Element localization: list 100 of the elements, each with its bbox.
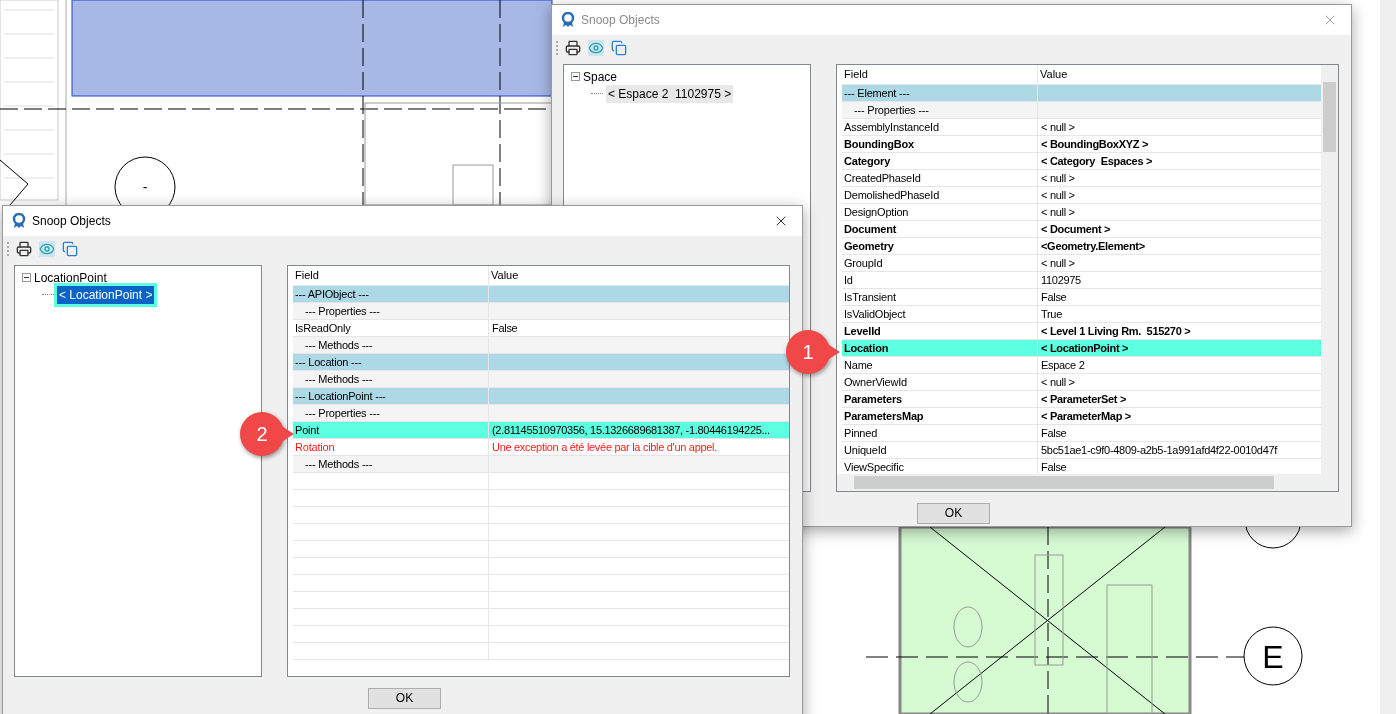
table-cell-text: Id <box>843 272 853 288</box>
table-row[interactable]: --- Properties --- <box>293 405 789 422</box>
table-row[interactable]: --- APIObject --- <box>293 286 789 303</box>
column-header[interactable]: Field <box>842 66 868 83</box>
table-row[interactable]: DesignOption < null > <box>842 204 1321 221</box>
table-cell-text: Parameters <box>843 391 902 407</box>
table-cell-text: ParametersMap <box>843 408 924 424</box>
table-row[interactable]: --- Properties --- <box>293 303 789 320</box>
window-title: Snoop Objects <box>581 12 660 29</box>
table-cell-text: GroupId <box>843 255 883 271</box>
table-row[interactable]: LevelId < Level 1 Living Rm. 515270 > <box>842 323 1321 340</box>
table-cell-text: --- Methods --- <box>304 371 373 387</box>
table-row[interactable]: IsReadOnly False <box>293 320 789 337</box>
table-cell-text: Category <box>843 153 891 169</box>
table-cell-text: Rotation <box>294 439 335 455</box>
table-cell-text: < Level 1 Living Rm. 515270 > <box>1040 323 1191 339</box>
printer-icon[interactable] <box>565 40 581 56</box>
table-cell-text: Document <box>843 221 897 237</box>
table-cell-text: Name <box>843 357 873 373</box>
table-cell-text: < null > <box>1040 170 1075 186</box>
table-row[interactable]: Pinned False <box>842 425 1321 442</box>
copy-icon[interactable] <box>62 241 78 257</box>
table-cell-text: DesignOption <box>843 204 909 220</box>
vertical-scrollbar[interactable] <box>1321 65 1338 474</box>
table-row[interactable]: Document < Document > <box>842 221 1321 238</box>
table-row[interactable]: --- Methods --- <box>293 371 789 388</box>
table-cell-text: --- APIObject --- <box>294 286 369 302</box>
table-row[interactable]: DemolishedPhaseId < null > <box>842 187 1321 204</box>
table-row[interactable]: --- Methods --- <box>293 456 789 473</box>
copy-icon[interactable] <box>611 40 627 56</box>
table-row[interactable]: Category < Category Espaces > <box>842 153 1321 170</box>
tree-item[interactable]: < Espace 2 1102975 > <box>606 84 734 103</box>
table-cell-text: DemolishedPhaseId <box>843 187 940 203</box>
collapse-icon[interactable] <box>571 72 580 81</box>
table-row[interactable]: IsValidObject True <box>842 306 1321 323</box>
horizontal-scrollbar[interactable] <box>837 474 1338 491</box>
table-row[interactable]: Location < LocationPoint > <box>842 340 1321 357</box>
window-title: Snoop Objects <box>32 213 111 230</box>
table-cell-text: BoundingBox <box>843 136 914 152</box>
table-row[interactable]: AssemblyInstanceId < null > <box>842 119 1321 136</box>
ok-button[interactable]: OK <box>368 687 441 709</box>
table-cell-text: False <box>1040 289 1067 305</box>
table-cell-text: (2.81145510970356, 15.1326689681387, -1.80446194225... <box>491 422 770 438</box>
eye-icon[interactable] <box>39 241 55 257</box>
table-cell-text: Une exception a été levée par la cible d'un appel. <box>491 439 717 455</box>
table-cell-text: --- Methods --- <box>304 456 373 472</box>
table-row[interactable]: IsTransient False <box>842 289 1321 306</box>
table-cell-text: Point <box>294 422 320 438</box>
column-header[interactable]: Value <box>489 267 519 284</box>
table-row[interactable]: UniqueId 5bc51ae1-c9f0-4809-a2b5-1a991afd4f22-0010d47f <box>842 442 1321 459</box>
table-row[interactable]: Rotation Une exception a été levée par la cible d'un appel. <box>293 439 789 456</box>
app-logo-icon <box>12 213 26 229</box>
table-row[interactable]: --- LocationPoint --- <box>293 388 789 405</box>
column-header[interactable]: Value <box>1038 66 1068 83</box>
table-cell-text: Geometry <box>843 238 894 254</box>
table-row[interactable]: Name Espace 2 <box>842 357 1321 374</box>
table-row[interactable]: GroupId < null > <box>842 255 1321 272</box>
table-cell-text: ViewSpecific <box>843 459 904 474</box>
table-cell-text: < Category Espaces > <box>1040 153 1153 169</box>
table-cell-text: < LocationPoint > <box>1040 340 1129 356</box>
table-row[interactable]: BoundingBox < BoundingBoxXYZ > <box>842 136 1321 153</box>
table-cell-text: < Document > <box>1040 221 1111 237</box>
table-cell-text: --- Element --- <box>843 85 910 101</box>
table-cell-text: --- Location --- <box>294 354 362 370</box>
table-cell-text: --- Properties --- <box>304 405 380 421</box>
grid-bubble: E <box>1243 626 1303 686</box>
table-cell-text: Pinned <box>843 425 878 441</box>
collapse-icon[interactable] <box>22 273 31 282</box>
ok-button[interactable]: OK <box>917 502 990 524</box>
tree-item[interactable]: Space <box>583 67 618 86</box>
table-row[interactable]: ParametersMap < ParameterMap > <box>842 408 1321 425</box>
table-cell-text: LevelId <box>843 323 881 339</box>
table-cell-text: --- Methods --- <box>304 337 373 353</box>
table-row[interactable]: --- Location --- <box>293 354 789 371</box>
table-cell-text: True <box>1040 306 1062 322</box>
table-cell-text: 1102975 <box>1040 272 1081 288</box>
table-row[interactable]: --- Properties --- <box>842 102 1321 119</box>
table-cell-text: AssemblyInstanceId <box>843 119 939 135</box>
table-row[interactable]: --- Element --- <box>842 85 1321 102</box>
printer-icon[interactable] <box>16 241 32 257</box>
tree-item[interactable]: LocationPoint <box>34 268 107 287</box>
table-row[interactable]: OwnerViewId < null > <box>842 374 1321 391</box>
table-cell-text: --- Properties --- <box>853 102 929 118</box>
table-cell-text: UniqueId <box>843 442 887 458</box>
table-cell-text: < ParameterMap > <box>1040 408 1131 424</box>
eye-icon[interactable] <box>588 40 604 56</box>
table-cell-text: False <box>491 320 518 336</box>
table-row[interactable]: Id 1102975 <box>842 272 1321 289</box>
table-cell-text: < null > <box>1040 204 1075 220</box>
table-row[interactable]: --- Methods --- <box>293 337 789 354</box>
table-cell-text: < null > <box>1040 255 1075 271</box>
column-header[interactable]: Field <box>293 267 319 284</box>
table-row[interactable]: Parameters < ParameterSet > <box>842 391 1321 408</box>
table-row[interactable]: CreatedPhaseId < null > <box>842 170 1321 187</box>
table-cell-text: < BoundingBoxXYZ > <box>1040 136 1149 152</box>
table-cell-text: False <box>1040 459 1067 474</box>
table-row[interactable]: Geometry <Geometry.Element> <box>842 238 1321 255</box>
table-cell-text: False <box>1040 425 1067 441</box>
table-row[interactable]: Point (2.81145510970356, 15.1326689681387, -1.80446194225... <box>293 422 789 439</box>
tree-item[interactable]: < LocationPoint > <box>57 285 155 304</box>
